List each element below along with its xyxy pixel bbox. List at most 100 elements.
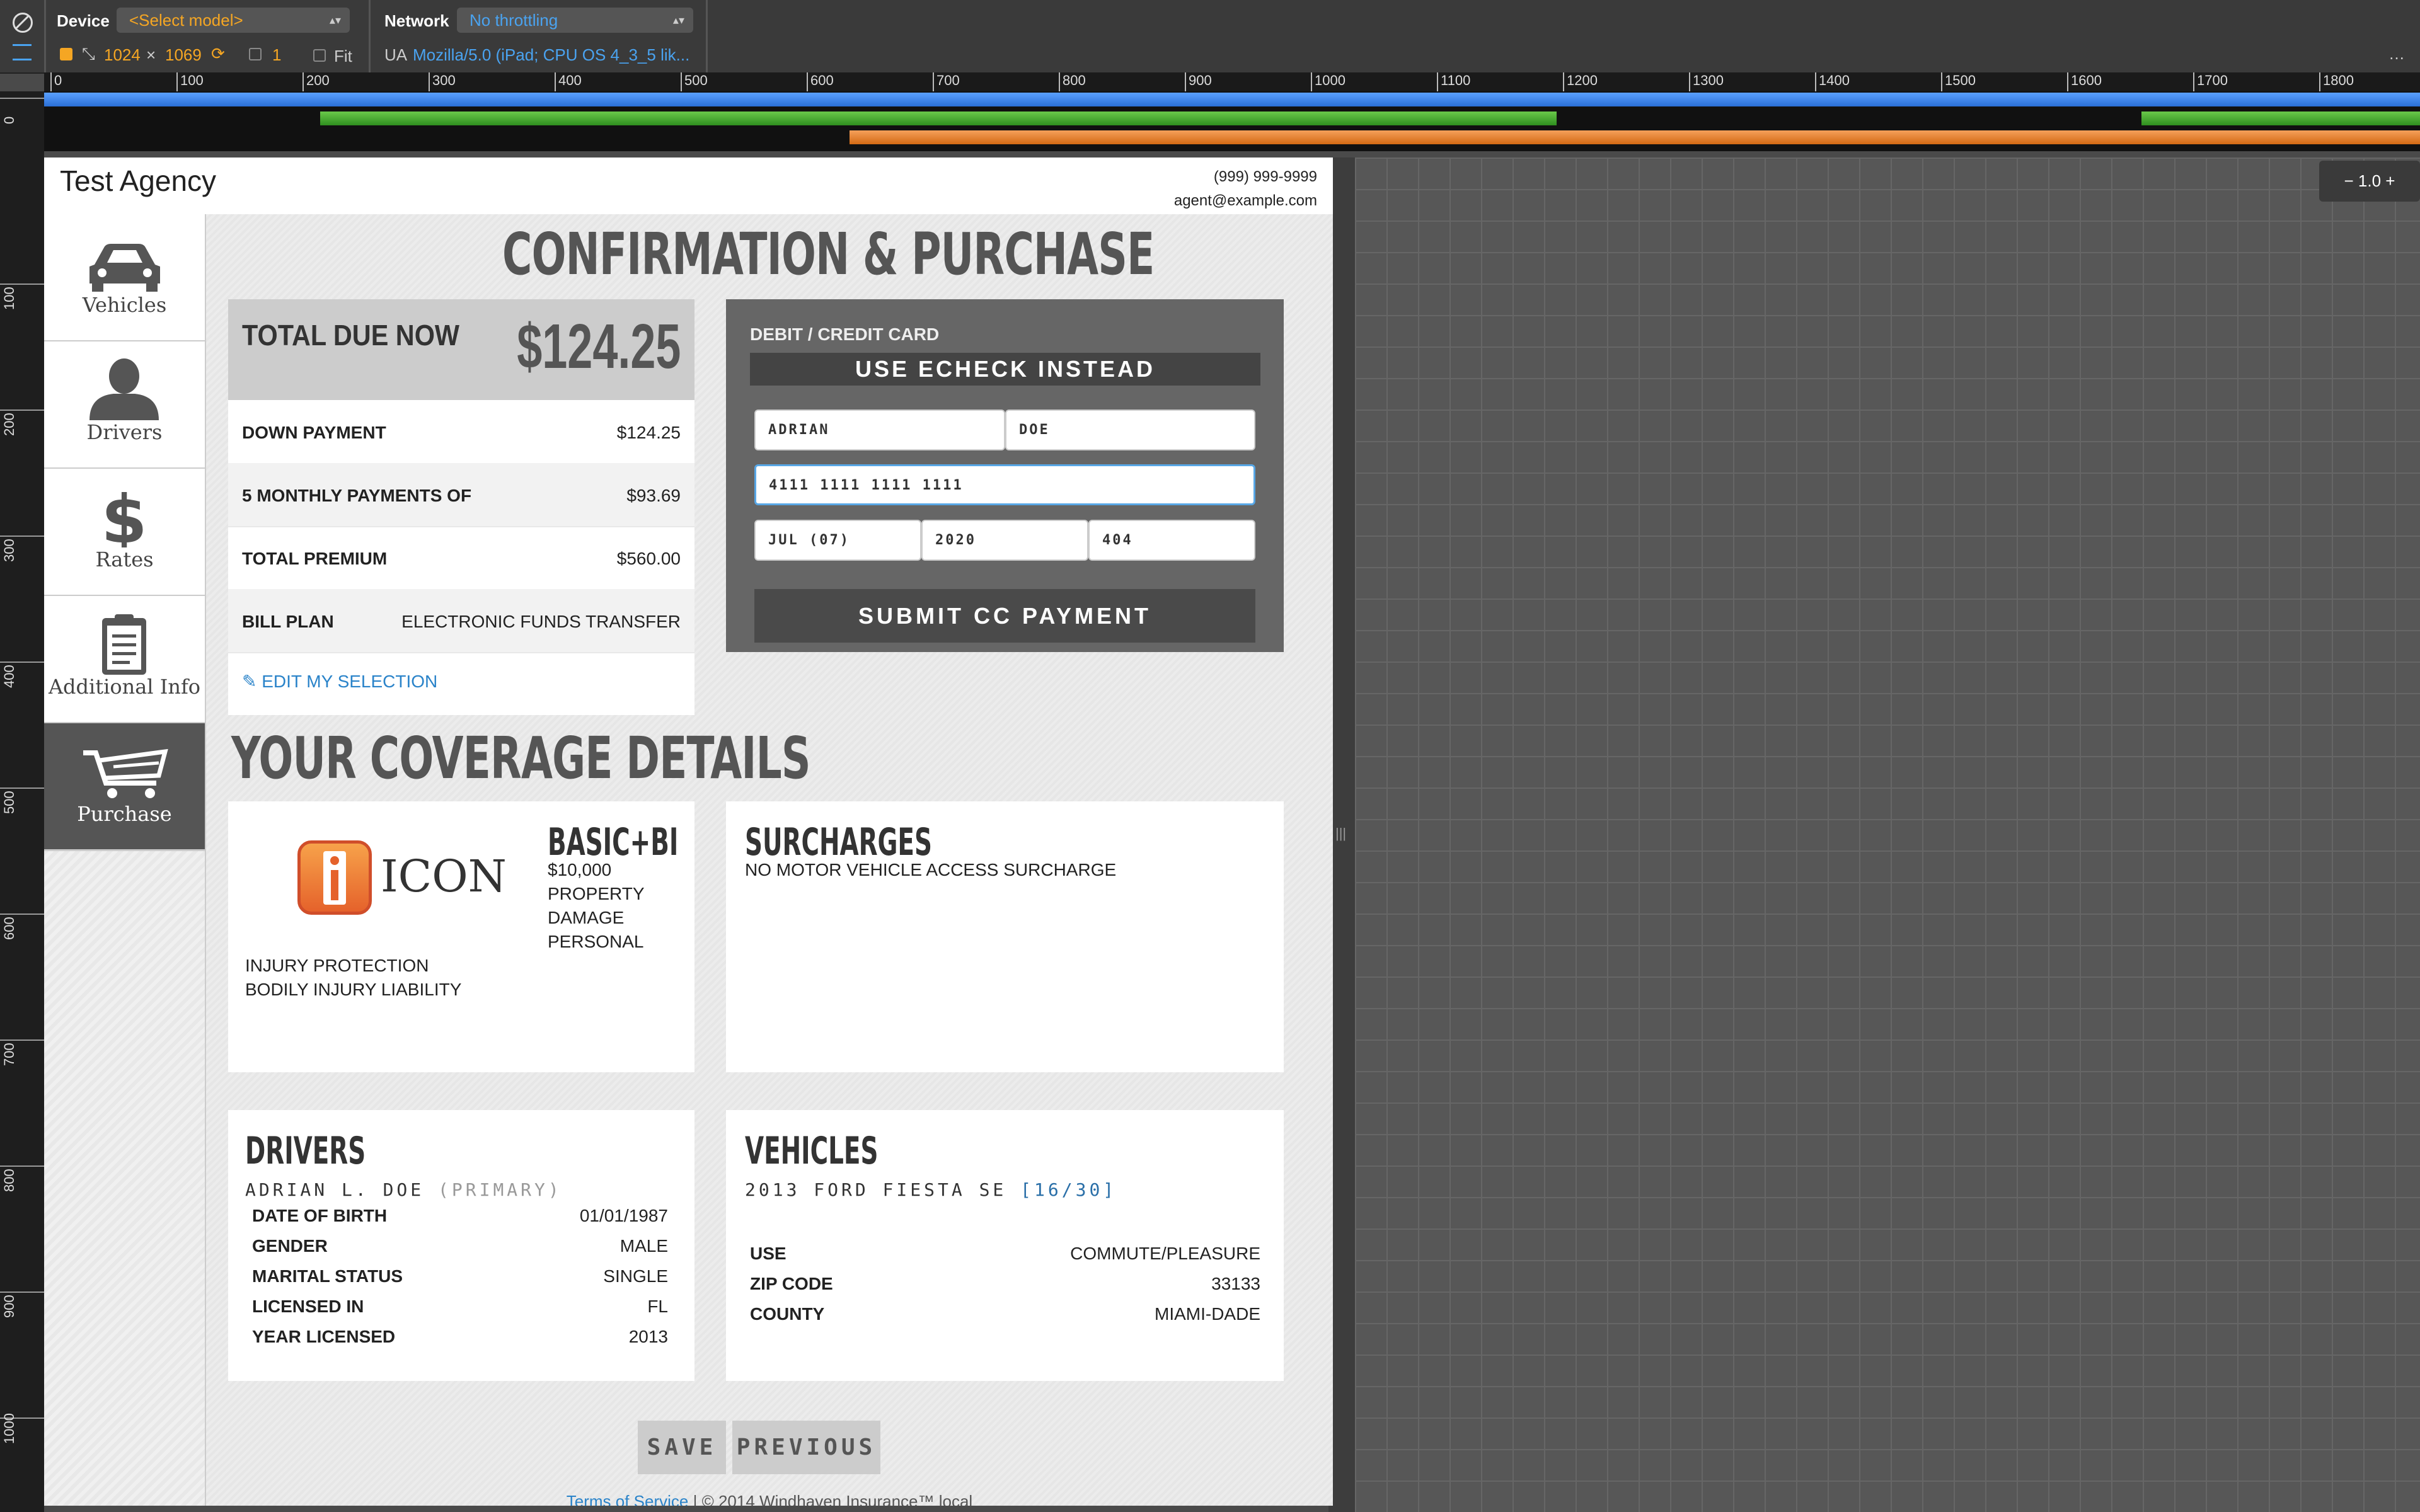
more-icon[interactable]: … bbox=[2388, 44, 2405, 64]
card-number-field[interactable]: 4111 1111 1111 1111 bbox=[754, 464, 1255, 505]
detail-value: COMMUTE/PLEASURE bbox=[1070, 1244, 1260, 1263]
fit-checkbox[interactable] bbox=[313, 49, 326, 62]
emulated-page: Test Agency (999) 999-9999 agent@example… bbox=[44, 158, 1333, 1506]
plan-desc-line: DAMAGE bbox=[548, 908, 625, 927]
vehicle-name-line: 2013 FORD FIESTA SE [16/30] bbox=[745, 1179, 1117, 1200]
vruler-tick: 300 bbox=[0, 536, 44, 562]
vehicle-detail-row: COUNTY MIAMI-DADE bbox=[750, 1304, 1260, 1334]
sidebar-item-additional-info[interactable]: Additional Info bbox=[44, 596, 205, 724]
coverage-card: ICON BASIC+BI $10,000 PROPERTY DAMAGE PE… bbox=[228, 801, 694, 1072]
ruler-tick: 1000 bbox=[1311, 72, 1345, 91]
min-max-width-bar[interactable] bbox=[320, 112, 1557, 125]
max-width-bar[interactable] bbox=[44, 93, 2420, 106]
credit-card-form: DEBIT / CREDIT CARD USE ECHECK INSTEAD A… bbox=[726, 299, 1284, 652]
summary-value: $124.25 bbox=[616, 423, 681, 442]
ruler-tick: 300 bbox=[429, 72, 456, 91]
save-button[interactable]: SAVE bbox=[638, 1421, 726, 1474]
vehicle-detail-row: ZIP CODE 33133 bbox=[750, 1274, 1260, 1304]
plan-desc-line: $10,000 bbox=[548, 860, 612, 879]
detail-label: DATE OF BIRTH bbox=[252, 1206, 388, 1225]
detail-label: COUNTY bbox=[750, 1304, 825, 1324]
plan-desc-line: INJURY PROTECTION bbox=[245, 956, 429, 975]
min-max-width-bar-2[interactable] bbox=[2141, 112, 2420, 125]
driver-detail-row: MARITAL STATUS SINGLE bbox=[252, 1266, 668, 1297]
vruler-tick: 1000 bbox=[0, 1413, 44, 1444]
sidebar-item-label: Vehicles bbox=[82, 293, 167, 317]
detail-value: MALE bbox=[619, 1236, 668, 1256]
toggle-icon[interactable] bbox=[13, 44, 32, 60]
ruler-tick: 100 bbox=[176, 72, 204, 91]
no-entry-icon[interactable] bbox=[13, 13, 33, 33]
agent-phone[interactable]: (999) 999-9999 bbox=[1174, 165, 1317, 189]
network-label: Network bbox=[384, 11, 449, 30]
ruler-tick: 1200 bbox=[1563, 72, 1598, 91]
exp-year-select[interactable]: 2020 bbox=[921, 520, 1088, 561]
coverage-heading: YOUR COVERAGE DETAILS bbox=[231, 724, 810, 792]
network-select[interactable]: No throttling ▴▾ bbox=[457, 8, 693, 33]
vehicle-coverage: [16/30] bbox=[1020, 1179, 1117, 1200]
ruler-tick: 600 bbox=[807, 72, 834, 91]
cvv-field[interactable]: 404 bbox=[1088, 520, 1255, 561]
person-icon bbox=[89, 358, 159, 420]
detail-label: LICENSED IN bbox=[252, 1297, 364, 1316]
previous-button[interactable]: PREVIOUS bbox=[732, 1421, 880, 1474]
device-select[interactable]: <Select model> ▴▾ bbox=[117, 8, 350, 33]
edit-selection-link[interactable]: ✎ EDIT MY SELECTION bbox=[242, 671, 437, 692]
submit-cc-payment-button[interactable]: SUBMIT CC PAYMENT bbox=[754, 589, 1255, 643]
sidebar-item-label: Rates bbox=[95, 547, 154, 571]
zoom-control[interactable]: − 1.0 + bbox=[2319, 161, 2420, 202]
emulation-checkbox[interactable] bbox=[60, 48, 72, 60]
agent-email[interactable]: agent@example.com bbox=[1174, 189, 1317, 213]
detail-label: USE bbox=[750, 1244, 786, 1263]
driver-detail-row: YEAR LICENSED 2013 bbox=[252, 1327, 668, 1357]
dpr-icon bbox=[249, 48, 262, 60]
driver-detail-row: LICENSED IN FL bbox=[252, 1297, 668, 1327]
svg-text:$: $ bbox=[101, 484, 147, 547]
dollar-icon: $ bbox=[101, 484, 147, 547]
use-echeck-button[interactable]: USE ECHECK INSTEAD bbox=[750, 353, 1260, 386]
ua-input[interactable]: Mozilla/5.0 (iPad; CPU OS 4_3_5 lik... bbox=[413, 45, 689, 65]
ruler-tick: 1700 bbox=[2193, 72, 2228, 91]
main-content: CONFIRMATION & PURCHASE TOTAL DUE NOW $1… bbox=[206, 214, 1333, 1506]
detail-value: FL bbox=[647, 1297, 668, 1316]
footer-copyright: | © 2014 Windhaven Insurance™ local bbox=[693, 1492, 973, 1506]
ruler-tick: 900 bbox=[1185, 72, 1212, 91]
footer: Terms of Service | © 2014 Windhaven Insu… bbox=[206, 1492, 1333, 1506]
cart-icon bbox=[83, 748, 168, 798]
vehicles-title: VEHICLES bbox=[745, 1129, 879, 1173]
width-input[interactable]: 1024 bbox=[104, 45, 141, 65]
detail-label: MARITAL STATUS bbox=[252, 1266, 403, 1286]
vruler-tick: 200 bbox=[0, 410, 44, 436]
device-canvas-background bbox=[1355, 158, 2420, 1512]
devtools-toolbar: Device <Select model> ▴▾ Network No throt… bbox=[0, 0, 2420, 74]
last-name-field[interactable]: DOE bbox=[1005, 410, 1255, 450]
sidebar-item-rates[interactable]: $ Rates bbox=[44, 469, 205, 597]
agent-contact: (999) 999-9999 agent@example.com bbox=[1174, 165, 1317, 213]
sidebar-nav: Vehicles Drivers $ Rates Additional Info… bbox=[44, 214, 206, 1506]
dpr-input[interactable]: 1 bbox=[272, 45, 281, 65]
vehicle-detail-row: USE COMMUTE/PLEASURE bbox=[750, 1244, 1260, 1274]
sidebar-item-drivers[interactable]: Drivers bbox=[44, 341, 205, 469]
vruler-tick: 500 bbox=[0, 788, 44, 814]
ruler-tick: 0 bbox=[50, 72, 62, 91]
min-width-bar[interactable] bbox=[850, 130, 2420, 144]
sidebar-item-purchase[interactable]: Purchase bbox=[44, 723, 205, 851]
exp-month-select[interactable]: JUL (07) bbox=[754, 520, 921, 561]
terms-of-service-link[interactable]: Terms of Service bbox=[567, 1492, 689, 1506]
rotate-icon[interactable]: ⟳ bbox=[211, 44, 225, 64]
dimension-separator: × bbox=[146, 45, 156, 64]
vertical-ruler: 0 100 200 300 400 500 600 700 800 900 1000 bbox=[0, 91, 44, 1512]
card-form-label: DEBIT / CREDIT CARD bbox=[750, 324, 940, 344]
pencil-icon: ✎ bbox=[242, 672, 262, 691]
total-due-panel: TOTAL DUE NOW $124.25 bbox=[228, 299, 694, 400]
sidebar-item-label: Drivers bbox=[86, 420, 163, 444]
sidebar-item-label: Additional Info bbox=[48, 675, 201, 699]
detail-value: 33133 bbox=[1211, 1274, 1260, 1293]
sidebar-item-vehicles[interactable]: Vehicles bbox=[44, 214, 205, 342]
first-name-field[interactable]: ADRIAN bbox=[754, 410, 1005, 450]
height-input[interactable]: 1069 bbox=[165, 45, 202, 65]
detail-label: ZIP CODE bbox=[750, 1274, 833, 1293]
sidebar-item-label: Purchase bbox=[77, 802, 172, 826]
icon-logo bbox=[297, 840, 372, 915]
summary-label: DOWN PAYMENT bbox=[242, 423, 386, 442]
